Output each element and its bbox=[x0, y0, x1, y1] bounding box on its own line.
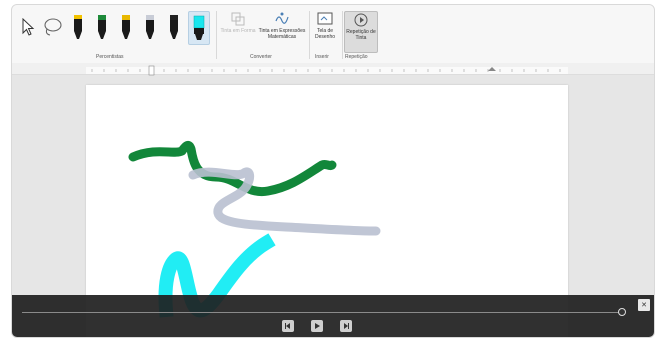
ink-stroke-green bbox=[128, 140, 337, 197]
ink-to-math-button[interactable]: Tinta em Expressões Matemáticas bbox=[258, 11, 306, 51]
forward-icon bbox=[344, 323, 349, 329]
ink-to-math-label: Tinta em Expressões Matemáticas bbox=[258, 28, 306, 40]
ink-to-shape-button[interactable]: Tinta em Forma bbox=[218, 11, 258, 51]
separator bbox=[342, 11, 343, 59]
play-button[interactable] bbox=[311, 320, 323, 332]
highlighter-icon bbox=[193, 15, 205, 40]
lasso-icon bbox=[44, 18, 62, 36]
replay-progress-track[interactable] bbox=[22, 312, 622, 313]
pen-black-2[interactable] bbox=[166, 11, 182, 43]
select-tool[interactable] bbox=[20, 11, 36, 43]
pen-icon bbox=[74, 15, 82, 39]
forward-button[interactable] bbox=[340, 320, 352, 332]
pen-icon bbox=[98, 15, 106, 39]
pen-black[interactable] bbox=[70, 11, 86, 43]
close-icon: ✕ bbox=[641, 302, 647, 309]
shapes-icon bbox=[230, 11, 246, 27]
ink-replay-button[interactable]: Repetição de Tinta bbox=[344, 11, 378, 53]
canvas-icon bbox=[317, 11, 333, 27]
replay-player-bar: ✕ bbox=[12, 295, 654, 337]
play-icon bbox=[315, 323, 320, 329]
drawing-canvas-label: Tela de Desenho bbox=[314, 28, 335, 40]
replay-icon bbox=[353, 12, 369, 28]
rewind-button[interactable] bbox=[282, 320, 294, 332]
separator bbox=[216, 11, 217, 59]
pen-icon bbox=[122, 15, 130, 39]
group-label-replay: Repetição bbox=[345, 54, 368, 60]
ink-to-shape-label: Tinta em Forma bbox=[220, 28, 256, 34]
pen-green[interactable] bbox=[94, 11, 110, 43]
group-label-pens: Percentistas bbox=[96, 54, 124, 60]
rewind-icon bbox=[285, 323, 290, 329]
ruler-ticks bbox=[86, 65, 568, 76]
pen-icon bbox=[146, 15, 154, 39]
drawing-canvas-button[interactable]: Tela de Desenho bbox=[310, 11, 340, 51]
group-label-insert: Inserir bbox=[315, 54, 329, 60]
pen-icon bbox=[170, 15, 178, 39]
math-icon bbox=[274, 11, 290, 27]
replay-progress-knob[interactable] bbox=[618, 308, 626, 316]
group-label-convert: Converter bbox=[250, 54, 272, 60]
lasso-tool[interactable] bbox=[42, 11, 64, 43]
highlighter-cyan[interactable] bbox=[188, 11, 210, 45]
select-arrow-icon bbox=[22, 18, 35, 36]
ribbon: Percentistas Tinta em Forma Tinta em Exp… bbox=[12, 5, 654, 64]
pen-gray[interactable] bbox=[142, 11, 158, 43]
ruler bbox=[12, 63, 654, 76]
pen-yellow[interactable] bbox=[118, 11, 134, 43]
ink-replay-label: Repetição de Tinta bbox=[346, 29, 376, 41]
close-player-button[interactable]: ✕ bbox=[638, 299, 650, 311]
app-window: Percentistas Tinta em Forma Tinta em Exp… bbox=[11, 4, 655, 338]
